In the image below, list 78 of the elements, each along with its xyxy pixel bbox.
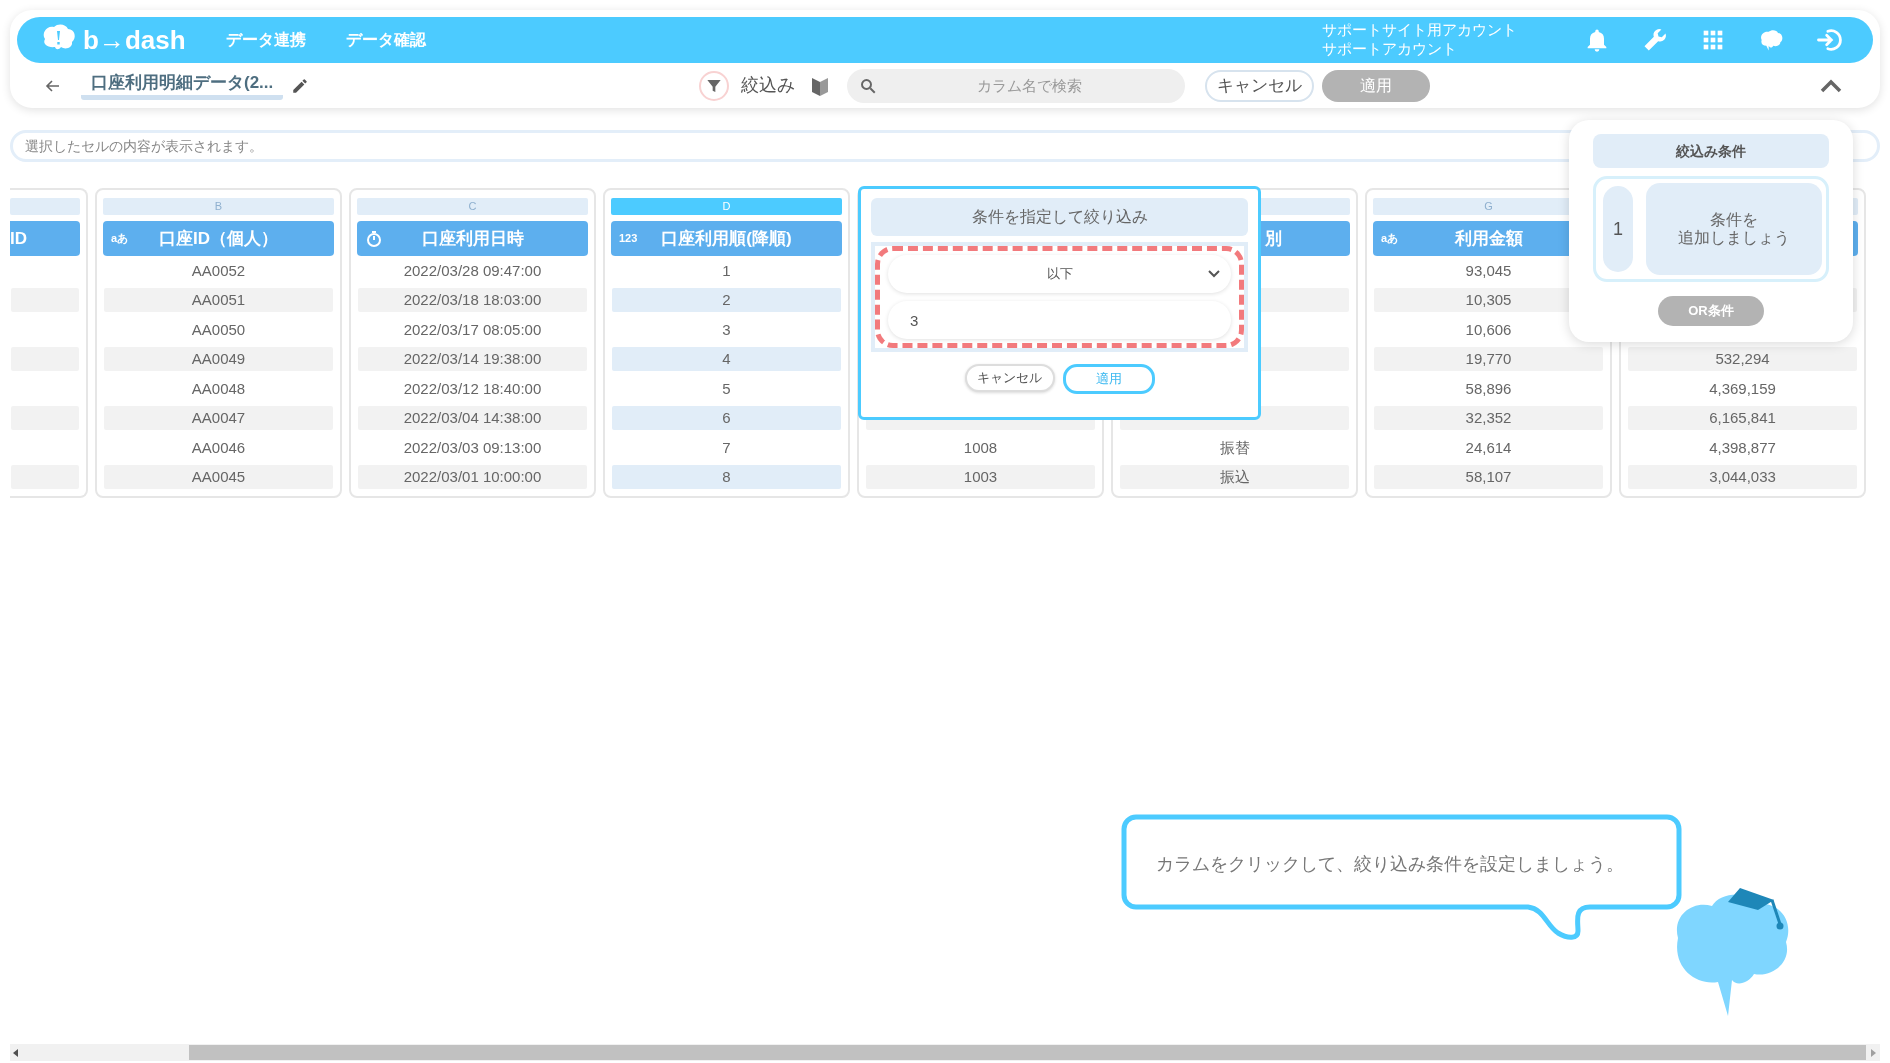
type-label: aあ xyxy=(111,231,129,247)
type-label: 123 xyxy=(619,231,638,247)
table-cell[interactable]: 6 xyxy=(612,406,841,431)
pencil-icon[interactable] xyxy=(291,76,310,95)
table-cell[interactable]: 2022/03/01 10:00:00 xyxy=(358,465,587,490)
type-label: aあ xyxy=(1381,231,1399,247)
table-cell[interactable]: 2 xyxy=(612,288,841,313)
value-input[interactable]: 3 xyxy=(888,301,1231,339)
table-cell[interactable]: 1 xyxy=(612,256,841,286)
column-header-label: ID xyxy=(10,227,27,250)
table-cell[interactable]: AA0048 xyxy=(104,374,333,404)
search-icon xyxy=(858,76,877,95)
table-column[interactable]: B aあ 口座ID（個人） AA0052 AA0051 AA0050 AA0049 AA0048 AA0047 AA0046 AA0045 xyxy=(95,188,342,498)
table-cell[interactable]: AA0046 xyxy=(104,433,333,463)
table-cell[interactable]: 3 xyxy=(612,315,841,345)
back-arrow-icon[interactable] xyxy=(45,77,61,94)
collapse-chevron-icon[interactable] xyxy=(1819,77,1843,94)
table-cell[interactable]: 58,107 xyxy=(1374,465,1603,490)
table-cell[interactable]: 6,165,841 xyxy=(1628,406,1857,431)
table-cell[interactable]: AA0049 xyxy=(104,347,333,372)
table-cell[interactable]: 4,369,159 xyxy=(1628,374,1857,404)
scrollbar-track[interactable] xyxy=(10,1044,1880,1061)
column-header-label: 利用金額 xyxy=(1454,227,1523,250)
table-column[interactable]: C 口座利用日時 2022/03/28 09:47:00 2022/03/18 18:03:00 2022/03/17 08:05:00 2022/03/14 19:38:00 2022/03/12 18:40:00 2022/03/04 14:38:00 2022/03/03 09:13:00 2022/03/01 10:00:00 xyxy=(349,188,596,498)
table-cell[interactable]: 2022/03/12 18:40:00 xyxy=(358,374,587,404)
table-cell[interactable]: 2022/03/17 08:05:00 xyxy=(358,315,587,345)
table-cell[interactable]: 1008 xyxy=(866,433,1095,463)
table-cell[interactable]: 1003 xyxy=(866,465,1095,490)
table-cell[interactable]: 19,770 xyxy=(1374,347,1603,372)
table-cell[interactable]: 4 xyxy=(612,347,841,372)
column-search-field[interactable]: カラム名で検索 xyxy=(846,68,1185,103)
column-header-label: 口座ID（個人） xyxy=(159,227,278,250)
stopwatch-icon xyxy=(365,229,383,248)
caret-icon xyxy=(1207,269,1221,279)
table-cell[interactable]: 24,614 xyxy=(1374,433,1603,463)
table-cell[interactable]: 振替 xyxy=(1120,433,1349,463)
logout-icon[interactable] xyxy=(1815,26,1843,54)
table-cell[interactable]: AA0051 xyxy=(104,288,333,313)
table-cell[interactable]: 2022/03/18 18:03:00 xyxy=(358,288,587,313)
table-cell[interactable]: 532,294 xyxy=(1628,347,1857,372)
funnel-icon xyxy=(705,77,722,94)
table-cell[interactable]: AA0050 xyxy=(104,315,333,345)
scrollbar-thumb[interactable] xyxy=(189,1045,1866,1060)
table-cell[interactable]: AA0045 xyxy=(104,465,333,490)
dataset-title[interactable]: 口座利用明細データ(2... xyxy=(81,71,284,100)
filter-button[interactable] xyxy=(698,70,729,101)
filter-label: 絞込み xyxy=(740,74,795,97)
hint-line: 追加しましょう xyxy=(1678,229,1790,248)
account-name: サポートアカウント xyxy=(1322,40,1458,59)
table-cell[interactable]: 5 xyxy=(612,374,841,404)
table-cell[interactable]: 32,352 xyxy=(1374,406,1603,431)
add-condition-hint[interactable]: 条件を 追加しましょう xyxy=(1646,183,1822,275)
hint-line: 条件を xyxy=(1710,210,1758,229)
operator-select[interactable]: 以下 xyxy=(888,255,1231,293)
column-letter-bar[interactable] xyxy=(10,198,80,215)
column-header-label: 口座利用順(降順) xyxy=(661,227,792,250)
table-cell[interactable]: 2022/03/14 19:38:00 xyxy=(358,347,587,372)
table-cell[interactable]: 振込 xyxy=(1120,465,1349,490)
table-cell[interactable]: 2022/03/28 09:47:00 xyxy=(358,256,587,286)
panel-title: 絞込み条件 xyxy=(1593,134,1829,168)
table-cell[interactable]: 7 xyxy=(612,433,841,463)
table-cell[interactable]: 8 xyxy=(612,465,841,490)
table-cell[interactable]: 4,398,877 xyxy=(1628,433,1857,463)
table-cell[interactable]: 58,896 xyxy=(1374,374,1603,404)
table-column[interactable]: D 123 口座利用順(降順) 1 2 3 4 5 6 7 8 xyxy=(603,188,850,498)
tutorial-message: カラムをクリックして、絞り込み条件を設定しましょう。 xyxy=(1156,853,1624,876)
column-header-label: 口座利用日時 xyxy=(421,227,524,250)
table-cell[interactable]: AA0047 xyxy=(104,406,333,431)
popup-title: 条件を指定して絞り込み xyxy=(871,198,1248,236)
table-cell[interactable]: 2022/03/03 09:13:00 xyxy=(358,433,587,463)
cancel-button[interactable]: キャンセル xyxy=(1204,69,1314,102)
table-cell[interactable]: 3,044,033 xyxy=(1628,465,1857,490)
account-name: サポートサイト用アカウント xyxy=(1322,21,1517,40)
group-number: 1 xyxy=(1600,183,1636,275)
table-cell[interactable]: AA0052 xyxy=(104,256,333,286)
popup-cancel-button[interactable]: キャンセル xyxy=(964,364,1055,392)
table-cell[interactable]: 2022/03/04 14:38:00 xyxy=(358,406,587,431)
column-header-label: 別 xyxy=(1265,227,1282,250)
